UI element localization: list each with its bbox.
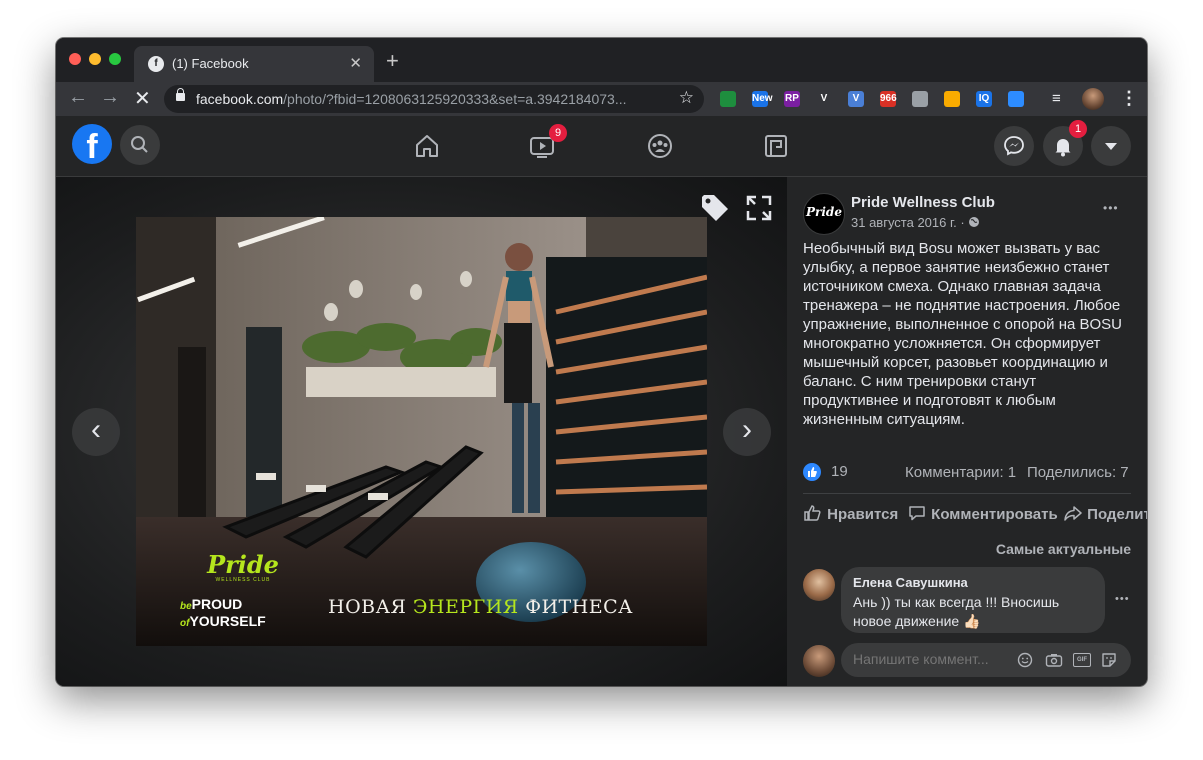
- browser-toolbar: ← → ✕ facebook.com/photo/?fbid=120806312…: [56, 82, 1147, 116]
- forward-arrow-icon[interactable]: →: [100, 86, 120, 109]
- facebook-header: f 9 1: [56, 116, 1147, 177]
- photo-viewer: Pride WELLNESS CLUB bePROUD ofYOURSELF Н…: [56, 177, 787, 686]
- page-avatar[interactable]: Pride: [803, 193, 845, 235]
- page-name-link[interactable]: Pride Wellness Club: [851, 194, 995, 211]
- comment-composer[interactable]: GIF: [841, 643, 1131, 677]
- comment-input[interactable]: [853, 651, 1013, 667]
- messenger-icon: [1004, 136, 1024, 156]
- comment-options-icon[interactable]: •••: [1115, 593, 1130, 605]
- comment-text: Ань )) ты как всегда !!! Вносишь новое д…: [853, 594, 1060, 629]
- shares-count[interactable]: Поделились: 7: [1027, 464, 1129, 481]
- close-window-button[interactable]: [69, 53, 81, 65]
- thumbs-up-icon: [804, 505, 821, 521]
- search-button[interactable]: [120, 125, 160, 165]
- pride-brand-mark: Pride WELLNESS CLUB: [207, 550, 279, 584]
- browser-window: f (1) Facebook ✕ + ← → ✕ facebook.com/ph…: [56, 38, 1147, 686]
- messenger-button[interactable]: [994, 126, 1034, 166]
- new-tab-button[interactable]: +: [386, 48, 399, 74]
- camera-icon[interactable]: [1045, 652, 1063, 668]
- screenshot-ext-icon[interactable]: [720, 91, 736, 107]
- comment-button[interactable]: Комментировать: [907, 503, 1058, 523]
- like-reaction-icon[interactable]: [803, 463, 821, 481]
- search-icon: [131, 136, 148, 153]
- zoom-window-button[interactable]: [109, 53, 121, 65]
- share-icon: [1064, 506, 1082, 521]
- likes-count[interactable]: 19: [831, 463, 848, 480]
- gaming-icon[interactable]: [762, 132, 790, 160]
- divider: [803, 493, 1131, 494]
- post-date[interactable]: 31 августа 2016 г. ·: [851, 215, 980, 230]
- comments-count[interactable]: Комментарии: 1: [905, 464, 1016, 481]
- browser-menu-icon[interactable]: ⋮: [1120, 88, 1138, 109]
- chevron-left-icon: ‹: [91, 413, 101, 446]
- browser-tab-facebook[interactable]: f (1) Facebook ✕: [134, 46, 374, 82]
- address-url: facebook.com/photo/?fbid=120806312592033…: [196, 91, 627, 107]
- post-panel: Pride Pride Wellness Club 31 августа 201…: [787, 177, 1147, 686]
- comment-sort-dropdown[interactable]: Самые актуальные: [996, 541, 1131, 557]
- watch-badge: 9: [549, 124, 567, 142]
- photo-caption: НОВАЯ ЭНЕРГИЯ ФИТНЕСА: [328, 596, 634, 618]
- slogan-mark: bePROUD ofYOURSELF: [180, 596, 266, 629]
- globe-icon: [969, 217, 980, 227]
- post-text: Необычный вид Bosu может вызвать у вас у…: [803, 240, 1122, 428]
- next-photo-button[interactable]: ›: [723, 408, 771, 456]
- comment-bubble: Елена Савушкина Ань )) ты как всегда !!!…: [841, 567, 1105, 633]
- facebook-favicon: f: [148, 56, 164, 72]
- minimize-window-button[interactable]: [89, 53, 101, 65]
- gif-icon[interactable]: GIF: [1073, 653, 1091, 667]
- groups-icon[interactable]: [646, 132, 674, 160]
- rp-ext-icon[interactable]: RP: [784, 91, 800, 107]
- like-button[interactable]: Нравится: [803, 503, 898, 523]
- zoom-ext-icon[interactable]: [1008, 91, 1024, 107]
- v-ext-icon[interactable]: V: [816, 91, 832, 107]
- post-photo[interactable]: Pride WELLNESS CLUB bePROUD ofYOURSELF Н…: [136, 217, 707, 646]
- address-bar[interactable]: facebook.com/photo/?fbid=120806312592033…: [164, 85, 704, 113]
- facebook-logo[interactable]: f: [72, 124, 112, 164]
- fullscreen-icon[interactable]: [744, 193, 774, 223]
- user-avatar: [803, 645, 835, 677]
- reading-list-icon[interactable]: ≡: [1052, 90, 1061, 107]
- share-button[interactable]: Поделиться: [1063, 503, 1147, 523]
- tab-title: (1) Facebook: [172, 56, 249, 71]
- bookmark-ext-icon[interactable]: [944, 91, 960, 107]
- caret-down-icon: [1105, 143, 1117, 150]
- tab-bar: f (1) Facebook ✕ +: [56, 38, 1147, 82]
- sticker-icon[interactable]: [1101, 652, 1117, 668]
- stop-loading-icon[interactable]: ✕: [134, 86, 151, 111]
- tab-close-icon[interactable]: ✕: [349, 54, 362, 72]
- inbox-ext-icon[interactable]: [912, 91, 928, 107]
- previous-photo-button[interactable]: ‹: [72, 408, 120, 456]
- comment-author[interactable]: Елена Савушкина: [853, 575, 968, 590]
- lock-icon: [176, 88, 185, 101]
- home-icon[interactable]: [413, 132, 441, 160]
- chevron-right-icon: ›: [742, 413, 752, 446]
- notifications-badge: 1: [1069, 120, 1087, 138]
- v-blue-ext-icon[interactable]: V: [848, 91, 864, 107]
- emoji-icon[interactable]: [1017, 652, 1033, 668]
- iq-ext-icon[interactable]: IQ: [976, 91, 992, 107]
- post-actions: Нравится Комментировать Поделиться: [803, 503, 1147, 527]
- profile-avatar[interactable]: [1082, 88, 1104, 110]
- comment-icon: [909, 506, 925, 521]
- mail-ext-icon[interactable]: 966: [880, 91, 897, 107]
- account-menu-button[interactable]: [1091, 126, 1131, 166]
- commenter-avatar[interactable]: [803, 569, 835, 601]
- post-options-icon[interactable]: •••: [1103, 201, 1119, 215]
- bookmark-star-icon[interactable]: ☆: [679, 88, 694, 108]
- back-arrow-icon[interactable]: ←: [68, 86, 88, 109]
- rainbow-ext-icon[interactable]: New: [752, 91, 773, 107]
